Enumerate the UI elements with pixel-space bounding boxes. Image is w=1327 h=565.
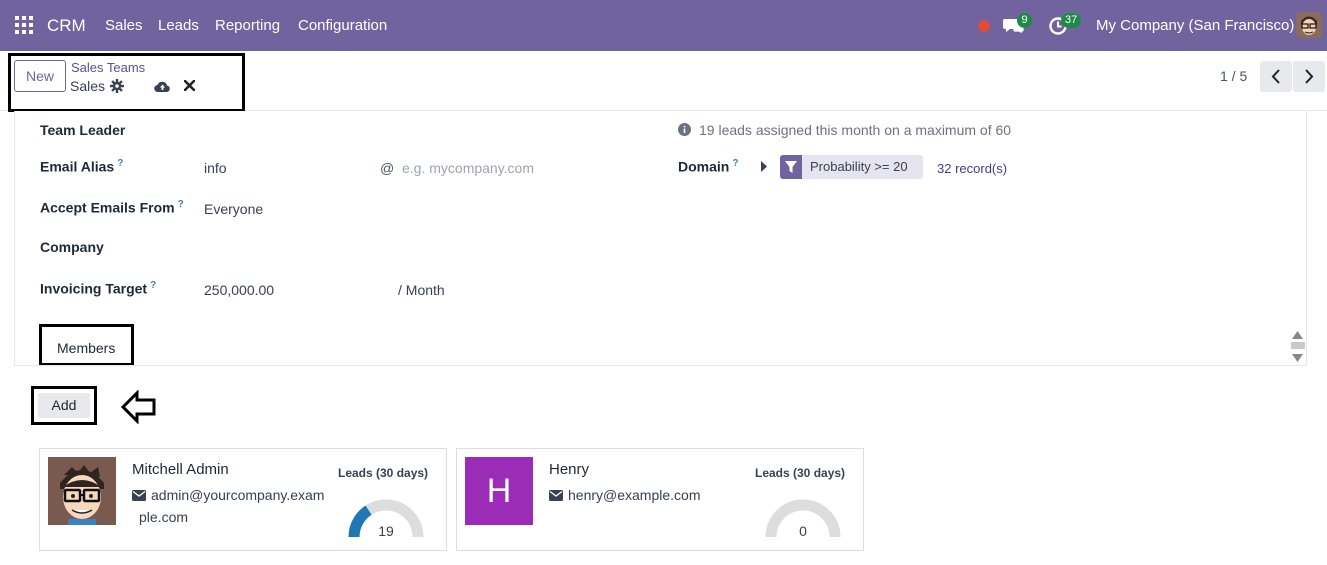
member-email: admin@yourcompany.exam ple.com: [132, 484, 337, 528]
member-card-henry[interactable]: H Henry henry@example.com Leads (30 days…: [456, 448, 864, 551]
scroll-down-icon[interactable]: [1292, 354, 1303, 362]
email-alias-field[interactable]: info: [204, 160, 227, 176]
accept-emails-label: Accept Emails From?: [40, 199, 184, 216]
member-email: henry@example.com: [549, 484, 754, 506]
menu-leads[interactable]: Leads: [158, 17, 199, 34]
invoicing-target-tooltip[interactable]: ?: [150, 280, 156, 291]
invoicing-target-label-text: Invoicing Target: [40, 280, 148, 297]
member-name: Henry: [549, 461, 590, 478]
leads-gauge-label: Leads (30 days): [338, 466, 429, 480]
accept-emails-tooltip[interactable]: ?: [178, 199, 184, 210]
breadcrumb-sales-teams[interactable]: Sales Teams: [71, 60, 145, 75]
apps-grid-icon[interactable]: [15, 16, 33, 34]
page-scrollbar[interactable]: [1307, 111, 1327, 565]
domain-label: Domain?: [678, 158, 738, 175]
gear-icon[interactable]: [110, 79, 124, 93]
member-card-mitchell[interactable]: Mitchell Admin admin@yourcompany.exam pl…: [39, 448, 447, 551]
accept-emails-label-text: Accept Emails From: [40, 199, 175, 216]
discard-icon[interactable]: [184, 80, 195, 91]
email-alias-label-text: Email Alias: [40, 158, 115, 175]
scroll-thumb[interactable]: [1291, 342, 1305, 349]
cloud-upload-icon[interactable]: [154, 80, 171, 93]
domain-tooltip[interactable]: ?: [732, 158, 738, 169]
top-navbar: CRM Sales Leads Reporting Configuration …: [0, 0, 1327, 51]
control-panel: New Sales Teams Sales 1 / 5: [0, 51, 1327, 112]
leads-gauge-value: 19: [378, 523, 394, 539]
team-leader-label: Team Leader: [40, 122, 126, 138]
breadcrumb-current: Sales: [70, 78, 106, 94]
envelope-icon: [132, 490, 146, 501]
chat-badge: 9: [1017, 13, 1032, 28]
app-brand[interactable]: CRM: [47, 16, 86, 36]
leads-gauge-label: Leads (30 days): [755, 466, 846, 480]
member-email-line1: henry@example.com: [568, 487, 701, 503]
caret-right-icon[interactable]: [760, 161, 768, 172]
new-button[interactable]: New: [14, 60, 66, 92]
email-alias-tooltip[interactable]: ?: [117, 158, 123, 169]
menu-configuration[interactable]: Configuration: [298, 17, 387, 34]
member-email-line2: ple.com: [139, 509, 189, 525]
form-sheet: [14, 111, 1307, 365]
member-avatar: [48, 457, 116, 525]
email-alias-label: Email Alias?: [40, 158, 123, 175]
add-member-button[interactable]: Add: [38, 393, 90, 418]
activity-badge: 37: [1061, 13, 1082, 28]
member-avatar: H: [465, 457, 533, 525]
email-domain-input[interactable]: e.g. mycompany.com: [402, 160, 534, 176]
domain-filter-chip[interactable]: Probability >= 20: [780, 155, 923, 179]
tab-divider: [14, 365, 1307, 366]
pager-previous-button[interactable]: [1260, 61, 1292, 92]
pointer-arrow-icon: [120, 390, 156, 424]
filter-icon: [780, 155, 802, 179]
chevron-right-icon: [1305, 69, 1314, 84]
domain-records-link[interactable]: 32 record(s): [937, 161, 1007, 176]
invoicing-period: / Month: [398, 282, 445, 298]
leads-gauge-value: 0: [799, 523, 807, 539]
tab-members[interactable]: Members: [39, 324, 134, 366]
member-name: Mitchell Admin: [132, 461, 229, 478]
company-switcher[interactable]: My Company (San Francisco): [1096, 17, 1294, 34]
scroll-up-icon[interactable]: [1292, 331, 1303, 339]
email-at-sign: @: [380, 160, 395, 176]
member-email-line1: admin@yourcompany.exam: [151, 487, 325, 503]
menu-reporting[interactable]: Reporting: [215, 17, 280, 34]
menu-sales[interactable]: Sales: [105, 17, 143, 34]
tab-members-label: Members: [57, 340, 116, 356]
info-icon: [678, 123, 691, 136]
pager-next-button[interactable]: [1293, 61, 1325, 92]
domain-filter-text: Probability >= 20: [810, 159, 908, 174]
pager-value[interactable]: 1 / 5: [1220, 68, 1247, 84]
envelope-icon: [549, 490, 563, 501]
status-dot[interactable]: [978, 20, 990, 32]
user-avatar[interactable]: [1296, 12, 1322, 38]
chevron-left-icon: [1271, 69, 1280, 84]
domain-label-text: Domain: [678, 158, 730, 175]
leads-assigned-info: 19 leads assigned this month on a maximu…: [699, 122, 1012, 138]
invoicing-target-field[interactable]: 250,000.00: [204, 282, 274, 298]
accept-emails-select[interactable]: Everyone: [204, 201, 263, 217]
company-label: Company: [40, 239, 104, 255]
invoicing-target-label: Invoicing Target?: [40, 280, 156, 297]
highlight-box-add: Add: [31, 386, 97, 425]
